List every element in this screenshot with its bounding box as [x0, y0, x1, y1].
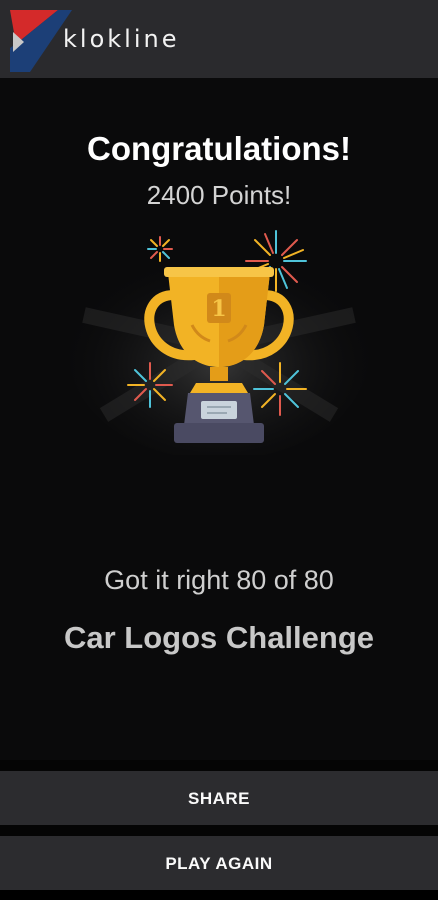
score-summary: Got it right 80 of 80	[104, 565, 334, 595]
congratulations-title: Congratulations!	[87, 130, 351, 167]
trophy-icon: 1	[69, 230, 369, 455]
divider	[0, 825, 438, 836]
brand-name: klokline	[63, 25, 180, 53]
trophy-rank: 1	[211, 296, 226, 322]
quiz-name: Car Logos Challenge	[63, 620, 375, 655]
share-button[interactable]: SHARE	[0, 771, 438, 825]
play-again-button[interactable]: PLAY AGAIN	[0, 836, 438, 890]
divider	[0, 760, 438, 771]
points-text: 2400 Points!	[146, 180, 292, 210]
firework-top-left	[147, 236, 173, 262]
app-bar: klokline	[0, 0, 438, 78]
